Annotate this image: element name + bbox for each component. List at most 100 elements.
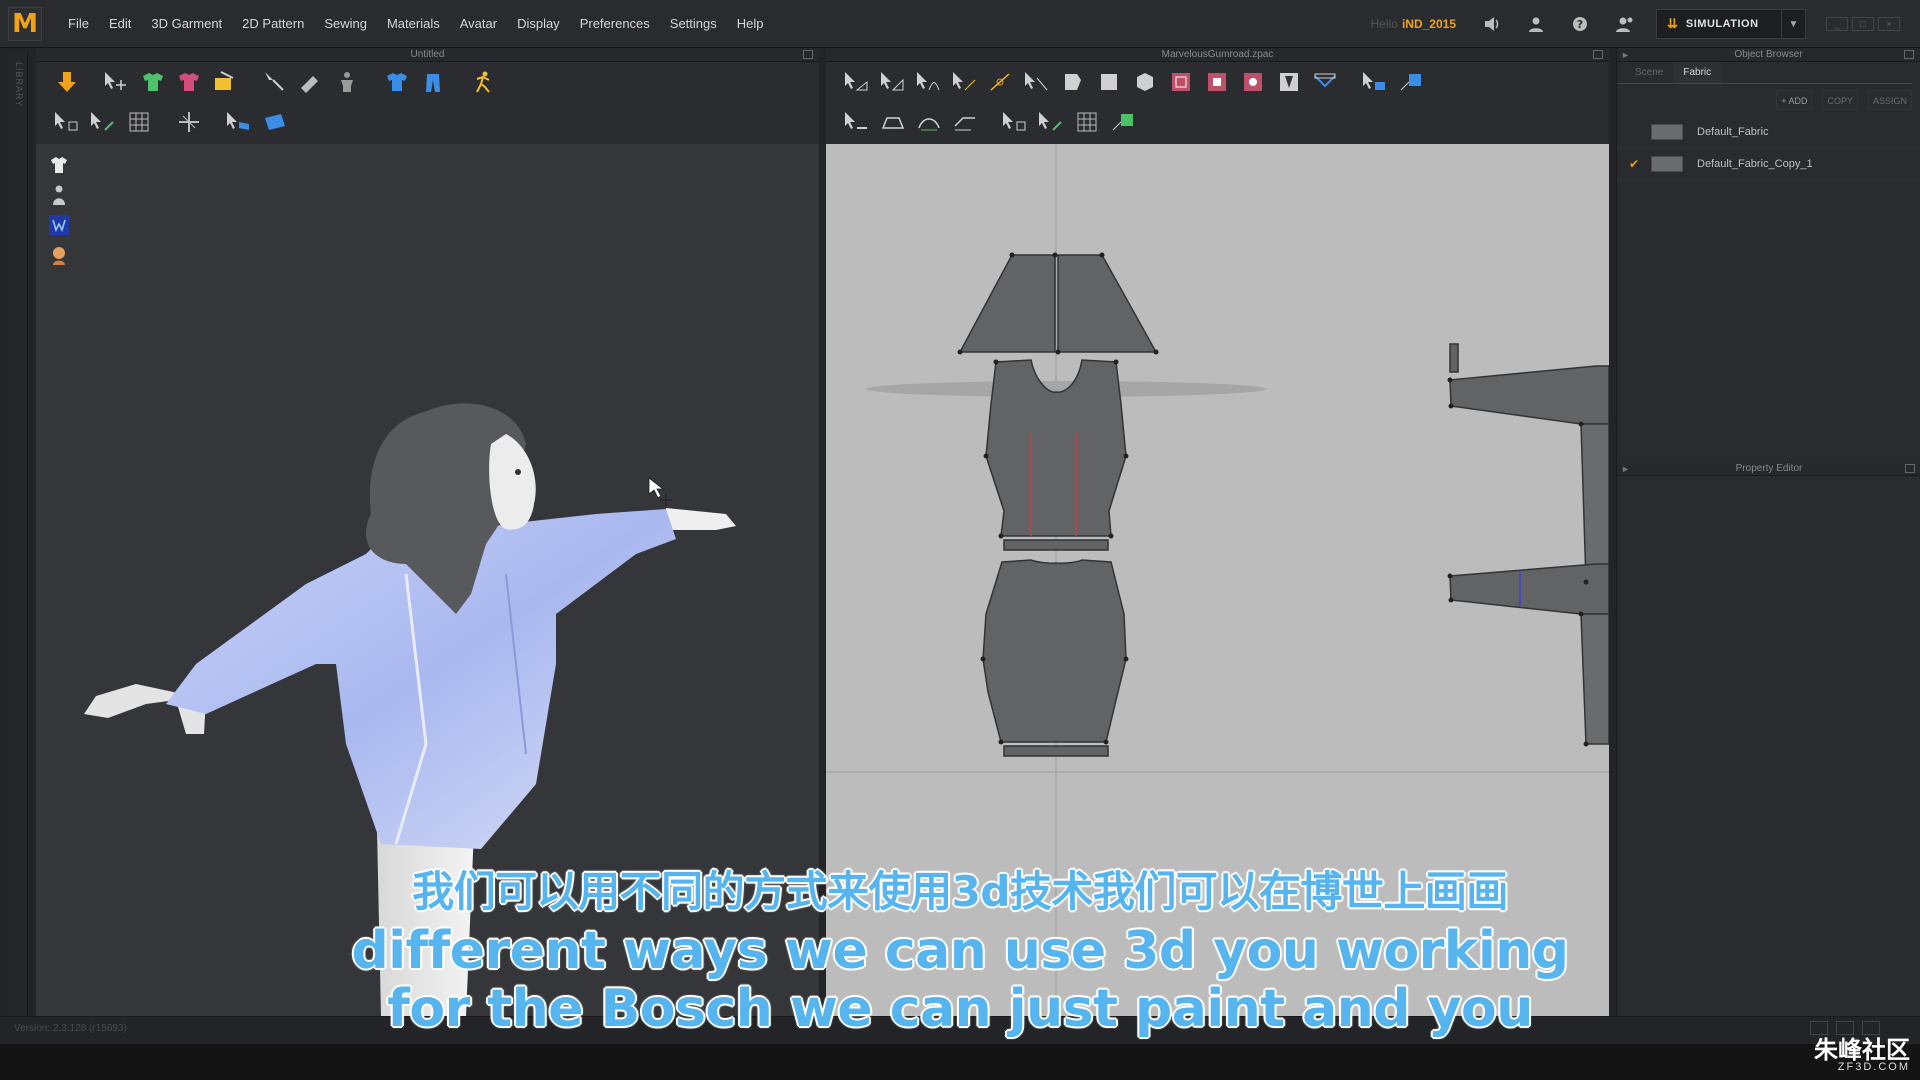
3d-panel-title: Untitled xyxy=(36,48,819,62)
blue-shirt-icon[interactable] xyxy=(382,67,412,97)
simulation-chevron-icon: ⇊ xyxy=(1667,16,1678,31)
undock-icon[interactable] xyxy=(1904,50,1914,59)
add-point-icon[interactable] xyxy=(986,67,1016,97)
menu-display[interactable]: Display xyxy=(507,0,570,48)
pin-icon[interactable]: ► xyxy=(1621,48,1630,62)
menu-2d-pattern[interactable]: 2D Pattern xyxy=(232,0,314,48)
fold-tool-icon[interactable] xyxy=(174,107,204,137)
dart-icon[interactable] xyxy=(1274,67,1304,97)
3d-viewport[interactable] xyxy=(36,144,819,1016)
undock-icon[interactable] xyxy=(1593,50,1603,59)
minimize-icon[interactable]: _ xyxy=(1826,17,1848,31)
simulation-dropdown[interactable]: ▼ xyxy=(1782,9,1806,39)
edit-pattern-icon[interactable] xyxy=(878,67,908,97)
3d-toolbar-row-2 xyxy=(36,102,819,142)
grid-icon[interactable] xyxy=(124,107,154,137)
3d-garment-panel: Untitled xyxy=(36,48,819,1016)
add-fabric-button[interactable]: + ADD xyxy=(1776,90,1813,110)
menu-bar: M File Edit 3D Garment 2D Pattern Sewing… xyxy=(0,0,1920,48)
segment-sewing-icon[interactable] xyxy=(842,107,872,137)
object-browser-header: ► Object Browser xyxy=(1617,48,1920,62)
object-browser-actions: + ADD COPY ASSIGN xyxy=(1617,84,1920,116)
property-editor-header: ► Property Editor xyxy=(1617,462,1920,476)
pattern-select-points-icon[interactable] xyxy=(1000,107,1030,137)
assign-fabric-button[interactable]: ASSIGN xyxy=(1867,90,1912,110)
flat-plane-icon[interactable] xyxy=(260,107,290,137)
watermark: 朱峰社区 ZF3D.COM xyxy=(1814,1030,1910,1073)
internal-polygon-icon[interactable] xyxy=(1166,67,1196,97)
2d-panel-title-text: MarvelousGumroad.zpac xyxy=(1161,49,1274,60)
internal-rectangle-icon[interactable] xyxy=(1202,67,1232,97)
close-icon[interactable]: × xyxy=(1878,17,1900,31)
circle-icon[interactable] xyxy=(1130,67,1160,97)
tab-scene[interactable]: Scene xyxy=(1625,62,1673,83)
menu-3d-garment[interactable]: 3D Garment xyxy=(141,0,232,48)
status-bar: Version: 2.3.128 (r15693) xyxy=(0,1016,1920,1044)
texture-edit-icon[interactable] xyxy=(1396,67,1426,97)
menu-help[interactable]: Help xyxy=(727,0,774,48)
menu-settings[interactable]: Settings xyxy=(660,0,727,48)
object-browser-tabs: Scene Fabric xyxy=(1617,62,1912,84)
copy-fabric-button[interactable]: COPY xyxy=(1822,90,1858,110)
internal-circle-icon[interactable] xyxy=(1238,67,1268,97)
cut-pattern-icon[interactable] xyxy=(1022,67,1052,97)
help-icon[interactable]: ? xyxy=(1568,12,1592,36)
menu-materials[interactable]: Materials xyxy=(377,0,450,48)
pattern-texture-icon[interactable] xyxy=(1360,67,1390,97)
fold-arrow-icon[interactable] xyxy=(52,67,82,97)
check-sewing-icon[interactable] xyxy=(950,107,980,137)
menu-preferences[interactable]: Preferences xyxy=(570,0,660,48)
menu-edit[interactable]: Edit xyxy=(99,0,141,48)
2d-pattern-panel: MarvelousGumroad.zpac xyxy=(826,48,1609,1016)
fabric-swatch xyxy=(1651,155,1683,172)
undock-icon[interactable] xyxy=(803,50,813,59)
check-icon: ✔ xyxy=(1629,156,1640,171)
right-panel: ► Object Browser Scene Fabric + ADD COPY… xyxy=(1616,48,1920,1016)
2d-pattern-viewport[interactable] xyxy=(826,144,1609,1016)
select-points-icon[interactable] xyxy=(52,107,82,137)
menu-sewing[interactable]: Sewing xyxy=(314,0,377,48)
fabric-list-item[interactable]: ✔ Default_Fabric_Copy_1 xyxy=(1617,148,1920,180)
simulation-label: SIMULATION xyxy=(1685,18,1759,30)
garment-red-icon[interactable] xyxy=(174,67,204,97)
pattern-select-mesh-icon[interactable] xyxy=(1036,107,1066,137)
pattern-grid-icon[interactable] xyxy=(1072,107,1102,137)
blue-pants-icon[interactable] xyxy=(418,67,448,97)
avatar-settings-icon[interactable] xyxy=(1612,12,1636,36)
username[interactable]: iND_2015 xyxy=(1402,17,1456,31)
rectangle-icon[interactable] xyxy=(1094,67,1124,97)
transform-pattern-icon[interactable] xyxy=(842,67,872,97)
brush-tool-icon[interactable] xyxy=(296,67,326,97)
garment-arrange-icon[interactable] xyxy=(210,67,240,97)
simulation-button[interactable]: ⇊ SIMULATION xyxy=(1656,9,1782,39)
app-logo: M xyxy=(8,6,42,41)
pattern-fold-icon[interactable] xyxy=(1108,107,1138,137)
speaker-icon[interactable] xyxy=(1480,12,1504,36)
edit-curvature-icon[interactable] xyxy=(914,67,944,97)
pin-tool-icon[interactable] xyxy=(260,67,290,97)
app-window: M File Edit 3D Garment 2D Pattern Sewing… xyxy=(0,0,1920,1080)
edit-curve-point-icon[interactable] xyxy=(950,67,980,97)
3d-toolbar-row-1 xyxy=(36,62,819,102)
menu-avatar[interactable]: Avatar xyxy=(450,0,507,48)
select-move-icon[interactable] xyxy=(102,67,132,97)
library-strip[interactable]: LIBRARY xyxy=(8,52,28,1022)
maximize-icon[interactable]: □ xyxy=(1852,17,1874,31)
pin-icon[interactable]: ► xyxy=(1621,462,1630,476)
watermark-name: 朱峰社区 xyxy=(1814,1036,1910,1064)
animation-run-icon[interactable] xyxy=(468,67,498,97)
undock-icon[interactable] xyxy=(1905,464,1915,473)
fabric-list-item[interactable]: Default_Fabric xyxy=(1617,116,1920,148)
garment-green-icon[interactable] xyxy=(138,67,168,97)
select-mesh-icon[interactable] xyxy=(88,107,118,137)
free-sewing-icon[interactable] xyxy=(878,107,908,137)
m-n-sewing-icon[interactable] xyxy=(914,107,944,137)
trace-icon[interactable] xyxy=(1310,67,1340,97)
3d-panel-title-text: Untitled xyxy=(410,49,445,60)
select-face-icon[interactable] xyxy=(224,107,254,137)
avatar-tool-icon[interactable] xyxy=(332,67,362,97)
menu-file[interactable]: File xyxy=(58,0,99,48)
polygon-icon[interactable] xyxy=(1058,67,1088,97)
tab-fabric[interactable]: Fabric xyxy=(1673,62,1722,83)
user-icon[interactable] xyxy=(1524,12,1548,36)
